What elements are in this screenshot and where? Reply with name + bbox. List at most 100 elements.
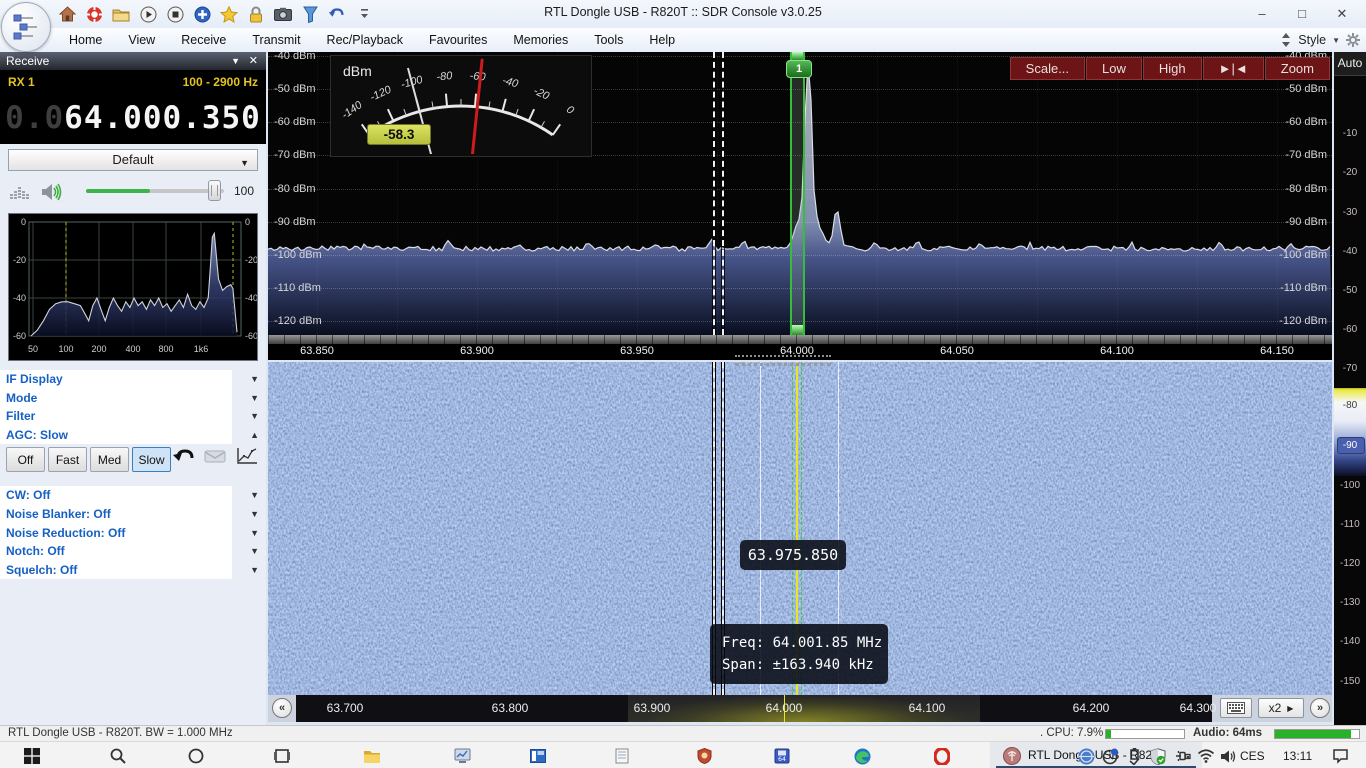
spectrum-button-low[interactable]: Low — [1086, 57, 1142, 80]
selection-edge-line-left[interactable] — [713, 52, 715, 335]
camera-icon[interactable] — [274, 5, 292, 23]
menu-item-rec-playback[interactable]: Rec/Playback — [314, 28, 416, 52]
rx-marker-badge[interactable]: 1 — [786, 60, 812, 78]
band-navigation-bar[interactable]: 63.70063.80063.90064.00064.10064.20064.3… — [268, 695, 1332, 722]
file-explorer-icon[interactable] — [362, 746, 382, 766]
menu-item-transmit[interactable]: Transmit — [239, 28, 313, 52]
notepad-icon[interactable] — [612, 746, 632, 766]
style-dropdown-icon[interactable]: ▼ — [1332, 36, 1340, 45]
dosbox-64-icon[interactable]: 64 — [772, 746, 792, 766]
menu-item-receive[interactable]: Receive — [168, 28, 239, 52]
undo-icon[interactable] — [328, 5, 346, 23]
volume-slider-track[interactable] — [86, 189, 224, 193]
menu-item-tools[interactable]: Tools — [581, 28, 636, 52]
task-view-icon[interactable] — [272, 746, 292, 766]
tuning-marker-band[interactable] — [790, 52, 805, 335]
waterfall-drag-handle[interactable] — [735, 363, 831, 366]
stop-icon[interactable] — [166, 5, 184, 23]
band-scroll-right-button[interactable]: » — [1310, 698, 1330, 718]
defender-shield-icon[interactable] — [1148, 746, 1168, 766]
spectrum-button-scale-[interactable]: Scale... — [1010, 57, 1085, 80]
style-menu[interactable]: Style — [1298, 33, 1326, 47]
waterfall-display[interactable]: 63.975.850 Freq: 64.001.85 MHz Span: ±16… — [268, 362, 1332, 695]
system-monitor-icon[interactable] — [452, 746, 472, 766]
toggle-expand-icon[interactable]: ▼ — [250, 509, 259, 519]
update-clock-icon[interactable] — [1100, 746, 1120, 766]
agc-button-off[interactable]: Off — [6, 447, 45, 472]
notification-icon[interactable] — [1330, 746, 1350, 766]
menu-item-memories[interactable]: Memories — [500, 28, 581, 52]
menu-item-home[interactable]: Home — [56, 28, 115, 52]
network-app-icon[interactable] — [1076, 746, 1096, 766]
tray-language[interactable]: CES — [1240, 749, 1265, 763]
cortana-icon[interactable] — [186, 746, 206, 766]
volume-slider-handle[interactable] — [208, 180, 221, 201]
security-app-icon[interactable] — [694, 746, 714, 766]
tuned-frequency-value[interactable]: 0.064.000.350 — [0, 100, 266, 136]
menu-item-view[interactable]: View — [115, 28, 168, 52]
opera-icon[interactable] — [932, 746, 952, 766]
toggle-expand-icon[interactable]: ▼ — [250, 528, 259, 538]
maximize-button[interactable]: □ — [1282, 0, 1322, 27]
selection-edge-line-right[interactable] — [722, 52, 724, 335]
section-row-mode[interactable]: Mode▼ — [0, 389, 232, 408]
app-menu-button[interactable] — [1, 2, 51, 52]
section-expand-icon[interactable]: ▼ — [250, 393, 259, 403]
edge-icon[interactable] — [852, 746, 872, 766]
toggle-expand-icon[interactable]: ▼ — [250, 546, 259, 556]
style-toggle-icon[interactable] — [1280, 33, 1292, 47]
folder-icon[interactable] — [112, 5, 130, 23]
favourite-star-icon[interactable] — [220, 5, 238, 23]
wifi-icon[interactable] — [1196, 746, 1216, 766]
agc-button-slow[interactable]: Slow — [132, 447, 171, 472]
speaker-mute-icon[interactable] — [40, 181, 64, 203]
menu-item-favourites[interactable]: Favourites — [416, 28, 500, 52]
tray-clock[interactable]: 13:11 — [1283, 749, 1312, 763]
settings-gear-icon[interactable] — [1346, 33, 1360, 47]
frequency-keyboard-button[interactable] — [1220, 698, 1252, 718]
spectrum-button--[interactable]: ►|◄ — [1203, 57, 1264, 80]
panel-close-icon[interactable]: ✕ — [249, 52, 258, 70]
spectrum-button-zoom[interactable]: Zoom — [1265, 57, 1330, 80]
frequency-ruler[interactable]: 63.85063.90063.95064.00064.05064.10064.1… — [268, 335, 1332, 360]
power-plug-icon[interactable] — [1172, 746, 1192, 766]
profile-select[interactable]: Default ▼ — [8, 149, 258, 171]
toggle-row-notch[interactable]: Notch: Off▼ — [0, 542, 232, 561]
scale-auto-button[interactable]: Auto — [1334, 52, 1366, 76]
toggle-row-noise-blanker[interactable]: Noise Blanker: Off▼ — [0, 505, 232, 524]
toggle-expand-icon[interactable]: ▼ — [250, 565, 259, 575]
add-icon[interactable] — [193, 5, 211, 23]
toolbar-overflow-icon[interactable] — [355, 5, 373, 23]
filter-funnel-icon[interactable] — [301, 5, 319, 23]
section-row-filter[interactable]: Filter▼ — [0, 407, 232, 426]
receive-panel-header[interactable]: Receive ▼ ✕ — [0, 52, 266, 70]
menu-item-help[interactable]: Help — [636, 28, 688, 52]
ruler-drag-handle[interactable] — [735, 355, 831, 357]
spectrum-button-high[interactable]: High — [1143, 57, 1202, 80]
agc-graph-icon[interactable] — [236, 447, 258, 465]
section-expand-icon[interactable]: ▼ — [250, 411, 259, 421]
equalizer-icon[interactable] — [10, 182, 32, 202]
lifebuoy-icon[interactable] — [85, 5, 103, 23]
search-icon[interactable] — [108, 746, 128, 766]
toggle-row-cw[interactable]: CW: Off▼ — [0, 486, 232, 505]
usb-eject-icon[interactable] — [1124, 746, 1144, 766]
section-row-agc[interactable]: AGC: Slow▲ — [0, 426, 232, 445]
close-button[interactable]: ✕ — [1322, 0, 1362, 27]
band-scroll-left-button[interactable]: « — [272, 698, 292, 718]
play-icon[interactable] — [139, 5, 157, 23]
section-expand-icon[interactable]: ▲ — [250, 430, 259, 440]
minimize-button[interactable]: – — [1242, 0, 1282, 27]
section-row-if-display[interactable]: IF Display▼ — [0, 370, 232, 389]
toggle-expand-icon[interactable]: ▼ — [250, 490, 259, 500]
panel-dropdown-icon[interactable]: ▼ — [231, 52, 240, 70]
memory-store-icon[interactable] — [204, 449, 226, 464]
rf-spectrum-display[interactable]: -40 dBm-40 dBm-50 dBm-50 dBm-60 dBm-60 d… — [268, 52, 1332, 335]
control-panel-icon[interactable] — [528, 746, 548, 766]
toggle-row-squelch[interactable]: Squelch: Off▼ — [0, 561, 232, 580]
ruler-tick-bar[interactable] — [268, 335, 1332, 344]
agc-button-med[interactable]: Med — [90, 447, 129, 472]
waterfall-scale[interactable]: Auto -10-20-30-40-50-60-70-80-90-100-110… — [1334, 52, 1366, 725]
toggle-row-noise-reduction[interactable]: Noise Reduction: Off▼ — [0, 524, 232, 543]
frequency-display[interactable]: RX 1 100 - 2900 Hz 0.064.000.350 — [0, 70, 266, 144]
